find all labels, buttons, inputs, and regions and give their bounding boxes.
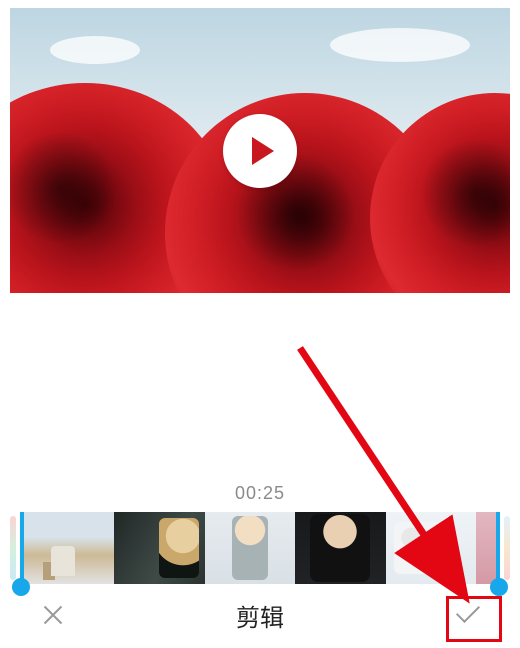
- timeline-thumb[interactable]: [24, 512, 114, 584]
- close-button[interactable]: [28, 603, 78, 627]
- timeline-ghost-right: [504, 516, 510, 580]
- bottom-bar: 剪辑: [0, 590, 520, 640]
- screen-title: 剪辑: [78, 598, 442, 633]
- cloud: [330, 28, 470, 62]
- play-icon: [252, 137, 274, 165]
- close-icon: [41, 603, 65, 627]
- cloud: [50, 36, 140, 64]
- timeline-track[interactable]: [20, 512, 500, 584]
- check-icon: [453, 605, 481, 625]
- timeline[interactable]: [10, 512, 510, 592]
- timeline-thumb[interactable]: [205, 512, 295, 584]
- timeline-thumb[interactable]: [386, 512, 476, 584]
- timeline-thumb[interactable]: [114, 512, 204, 584]
- timeline-thumb[interactable]: [476, 512, 496, 584]
- timeline-ghost-left: [10, 516, 16, 580]
- confirm-button[interactable]: [442, 605, 492, 625]
- video-preview[interactable]: [10, 8, 510, 293]
- timeline-thumb[interactable]: [295, 512, 385, 584]
- play-button[interactable]: [223, 114, 297, 188]
- timeline-timestamp: 00:25: [0, 483, 520, 504]
